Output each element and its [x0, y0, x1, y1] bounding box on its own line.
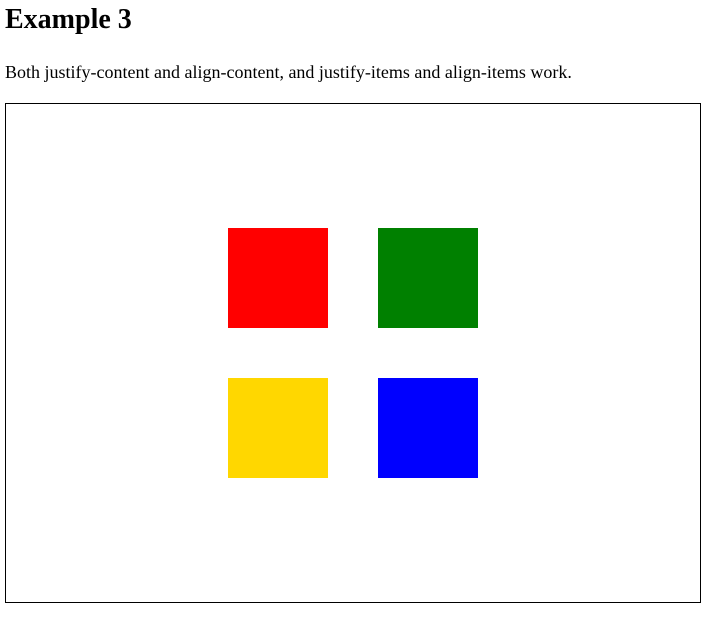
- green-box: [378, 228, 478, 328]
- page-title: Example 3: [5, 4, 132, 35]
- yellow-box: [228, 378, 328, 478]
- grid-container: [5, 103, 701, 603]
- description-text: Both justify-content and align-content, …: [5, 62, 572, 82]
- red-box: [228, 228, 328, 328]
- blue-box: [378, 378, 478, 478]
- page: Example 3 Both justify-content and align…: [0, 0, 728, 625]
